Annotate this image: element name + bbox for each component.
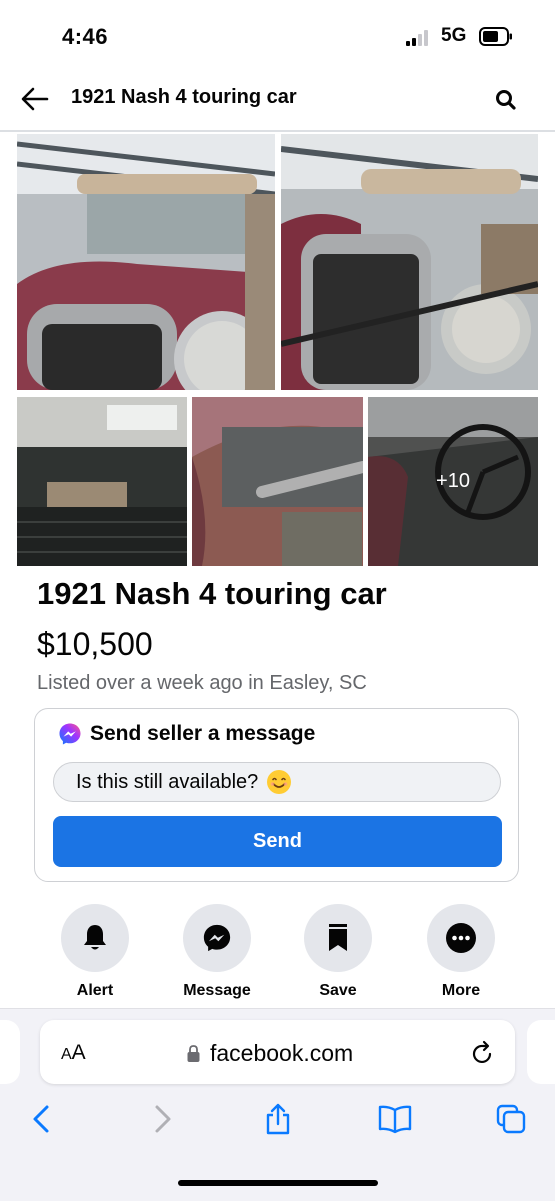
listing-title: 1921 Nash 4 touring car: [37, 576, 387, 611]
bookmarks-icon[interactable]: [377, 1102, 413, 1136]
send-button[interactable]: Send: [53, 816, 502, 867]
text-size-small-a: A: [61, 1046, 72, 1063]
more-button[interactable]: [427, 904, 495, 972]
home-indicator: [178, 1180, 378, 1186]
back-arrow-icon[interactable]: [20, 85, 50, 113]
save-button[interactable]: [304, 904, 372, 972]
lock-icon: [187, 1045, 200, 1062]
search-icon[interactable]: [493, 87, 519, 113]
listing-photo-5[interactable]: +10: [368, 397, 538, 566]
alert-button[interactable]: [61, 904, 129, 972]
header-divider: [0, 130, 555, 132]
listing-photo-2[interactable]: [281, 134, 538, 390]
message-input[interactable]: Is this still available?: [53, 762, 501, 802]
smile-emoji-icon: [267, 770, 292, 794]
messenger-icon: [203, 924, 231, 952]
page-title: 1921 Nash 4 touring car: [71, 86, 297, 108]
alert-action[interactable]: Alert: [50, 904, 140, 1000]
bookmark-icon: [329, 924, 347, 951]
messenger-logo-icon: [59, 723, 81, 745]
alert-label: Alert: [76, 982, 114, 999]
text-size-button[interactable]: AA: [61, 1041, 86, 1065]
listing-photo-1[interactable]: [17, 134, 275, 390]
listing-photo-4[interactable]: [192, 397, 363, 566]
save-action[interactable]: Save: [293, 904, 383, 1000]
message-button[interactable]: [183, 904, 251, 972]
listing-photo-3[interactable]: [17, 397, 187, 566]
reload-icon[interactable]: [470, 1039, 496, 1067]
message-card-heading: Send seller a message: [90, 722, 316, 745]
browser-back-icon[interactable]: [26, 1102, 58, 1136]
previous-tab-preview[interactable]: [0, 1020, 20, 1084]
text-size-large-a: A: [71, 1041, 86, 1064]
tabs-icon[interactable]: [495, 1102, 527, 1136]
message-input-text: Is this still available?: [76, 770, 259, 793]
browser-forward-icon[interactable]: [146, 1102, 178, 1136]
bell-icon: [84, 925, 106, 950]
share-icon[interactable]: [262, 1102, 294, 1136]
url-domain[interactable]: facebook.com: [210, 1040, 353, 1067]
battery-icon: [479, 27, 512, 46]
message-label: Message: [183, 982, 251, 999]
more-label: More: [441, 982, 481, 999]
network-label: 5G: [441, 25, 467, 46]
next-tab-preview[interactable]: [527, 1020, 555, 1084]
more-photos-count[interactable]: +10: [368, 397, 538, 566]
listing-price: $10,500: [37, 626, 153, 662]
more-action[interactable]: More: [416, 904, 506, 1000]
signal-icon: [406, 30, 428, 46]
message-action[interactable]: Message: [172, 904, 262, 1000]
listing-meta: Listed over a week ago in Easley, SC: [37, 672, 367, 694]
save-label: Save: [319, 982, 357, 999]
status-time: 4:46: [62, 24, 109, 49]
more-icon: [446, 923, 476, 953]
